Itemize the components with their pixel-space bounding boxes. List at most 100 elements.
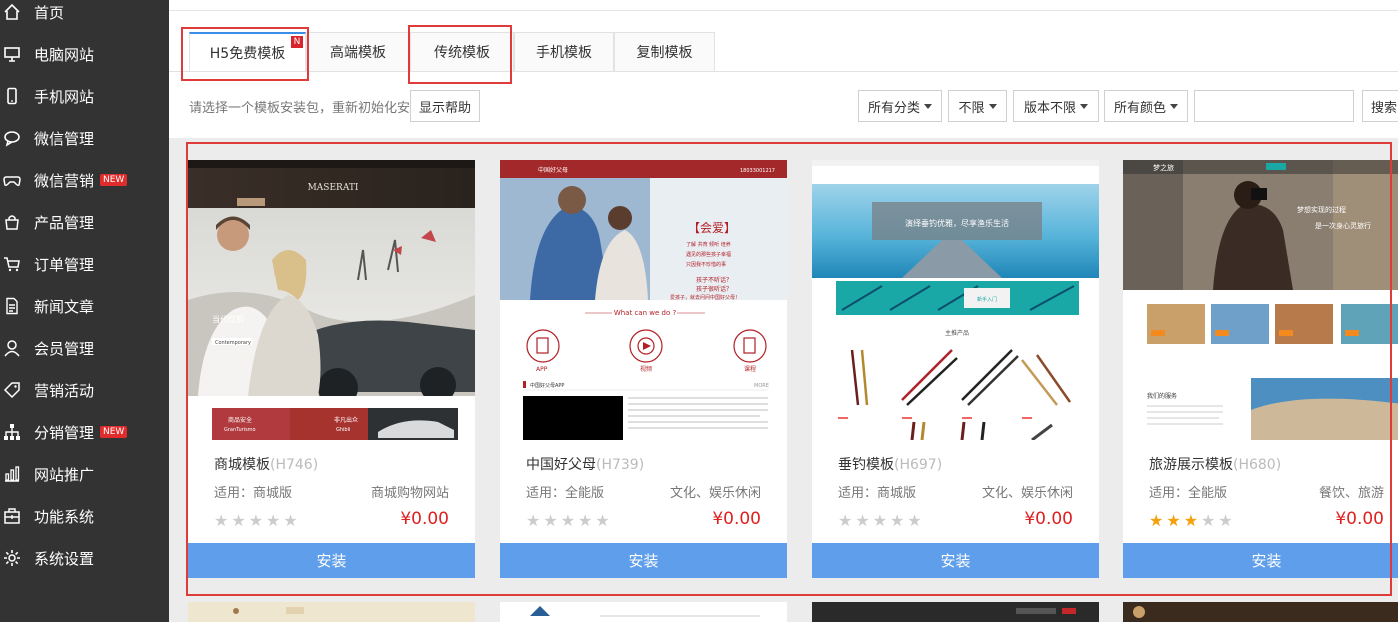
- thumb-brand: 梦之旅: [1153, 163, 1174, 172]
- template-thumbnail[interactable]: 中国好父母 18033001217 【会爱】 了解 共育 倾听 培养 遇见的那些…: [500, 160, 787, 440]
- template-card-preview[interactable]: [1123, 602, 1398, 622]
- name-text: 商城模板: [214, 457, 270, 473]
- install-hint: 请选择一个模板安装包，重新初始化安装: [189, 97, 423, 116]
- rating-stars: ★★★★★: [838, 513, 922, 529]
- install-button[interactable]: 安装: [1123, 543, 1398, 578]
- tab-label: 高端模板: [330, 42, 386, 62]
- sidebar: 首页 电脑网站 手机网站 微信管理 微信营销 NEW 产品管理 订单管理 新闻文…: [0, 0, 169, 622]
- template-edition: 适用：全能版: [1149, 482, 1227, 501]
- rating-stars: ★★★★★: [526, 513, 610, 529]
- tab-label: 复制模板: [637, 42, 693, 62]
- version-select[interactable]: 版本不限: [1013, 90, 1099, 122]
- sidebar-item-news[interactable]: 新闻文章: [0, 285, 169, 327]
- gamepad-icon: [0, 171, 24, 189]
- name-text: 中国好父母: [526, 457, 596, 473]
- sidebar-item-functions[interactable]: 功能系统: [0, 495, 169, 537]
- template-card-preview[interactable]: [188, 602, 475, 622]
- star-icon: ★: [578, 513, 592, 529]
- sidebar-item-products[interactable]: 产品管理: [0, 201, 169, 243]
- sidebar-item-label: 微信营销: [34, 170, 94, 191]
- thumb-app-bar: 中国好父母APP: [530, 382, 564, 389]
- template-price: ¥0.00: [400, 509, 449, 529]
- star-icon: ★: [561, 513, 575, 529]
- button-label: 安装: [940, 550, 970, 571]
- template-price: ¥0.00: [1024, 509, 1073, 529]
- search-button[interactable]: 搜索: [1362, 90, 1398, 122]
- tab-premium[interactable]: 高端模板: [306, 32, 410, 72]
- tab-label: 传统模板: [434, 42, 490, 62]
- star-icon: ★: [526, 513, 540, 529]
- sidebar-item-label: 功能系统: [34, 506, 94, 527]
- sidebar-item-pc-site[interactable]: 电脑网站: [0, 33, 169, 75]
- sidebar-item-members[interactable]: 会员管理: [0, 327, 169, 369]
- install-button[interactable]: 安装: [812, 543, 1099, 578]
- button-label: 显示帮助: [419, 97, 471, 116]
- sidebar-item-settings[interactable]: 系统设置: [0, 537, 169, 579]
- template-thumbnail[interactable]: 梦之旅 梦想实现的过程 是一次身心灵旅行 我们的服务: [1123, 160, 1398, 440]
- search-input[interactable]: [1194, 90, 1354, 122]
- sidebar-item-label: 分销管理: [34, 422, 94, 443]
- button-label: 搜索: [1371, 97, 1397, 116]
- tab-traditional[interactable]: 传统模板: [410, 32, 514, 72]
- sidebar-item-wechat[interactable]: 微信管理: [0, 117, 169, 159]
- sidebar-item-mobile-site[interactable]: 手机网站: [0, 75, 169, 117]
- sidebar-item-label: 网站推广: [34, 464, 94, 485]
- sidebar-item-site-promotion[interactable]: 网站推广: [0, 453, 169, 495]
- thumb-slogan: 是一次身心灵旅行: [1315, 221, 1371, 230]
- tab-mobile[interactable]: 手机模板: [514, 32, 614, 72]
- thumb-brand: MASERATI: [308, 183, 359, 193]
- sidebar-item-label: 微信管理: [34, 128, 94, 149]
- thumb-line: 了解 共育 倾听 培养: [686, 241, 731, 248]
- template-card-preview[interactable]: [812, 602, 1099, 622]
- template-name: 中国好父母(H739): [526, 454, 644, 474]
- sidebar-item-label: 首页: [34, 2, 64, 23]
- sidebar-item-orders[interactable]: 订单管理: [0, 243, 169, 285]
- button-label: 安装: [1251, 550, 1281, 571]
- star-icon: ★: [838, 513, 852, 529]
- template-thumbnail[interactable]: MASERATI 当代红韵 Contemporary 商品安全 GranTuri…: [188, 160, 475, 440]
- template-category: 商城购物网站: [371, 482, 449, 501]
- sidebar-item-home[interactable]: 首页: [0, 0, 169, 33]
- monitor-icon: [0, 45, 24, 63]
- install-button[interactable]: 安装: [188, 543, 475, 578]
- tab-h5-free[interactable]: H5免费模板 N: [189, 32, 306, 72]
- home-icon: [0, 3, 24, 21]
- limit-select[interactable]: 不限: [948, 90, 1007, 122]
- sidebar-item-label: 营销活动: [34, 380, 94, 401]
- star-icon: ★: [283, 513, 297, 529]
- sidebar-item-promotions[interactable]: 营销活动: [0, 369, 169, 411]
- star-icon: ★: [1218, 513, 1232, 529]
- thumb-tile: 新手入门: [977, 296, 997, 303]
- install-button[interactable]: 安装: [500, 543, 787, 578]
- star-icon: ★: [873, 513, 887, 529]
- star-icon: ★: [890, 513, 904, 529]
- thumb-promo: 商品安全: [228, 416, 252, 424]
- thumb-promo: Ghibli: [336, 427, 350, 433]
- thumb-question: 爱孩子，就去问问中国好父母！: [670, 294, 740, 301]
- color-select[interactable]: 所有颜色: [1104, 90, 1188, 122]
- template-thumbnail[interactable]: 演绎垂钓优雅，尽享渔乐生活 新手入门 主推产品: [812, 160, 1099, 440]
- sidebar-item-wechat-marketing[interactable]: 微信营销 NEW: [0, 159, 169, 201]
- star-icon: ★: [855, 513, 869, 529]
- template-edition: 适用：全能版: [526, 482, 604, 501]
- template-card-preview[interactable]: [500, 602, 787, 622]
- star-icon: ★: [543, 513, 557, 529]
- sidebar-item-distribution[interactable]: 分销管理 NEW: [0, 411, 169, 453]
- template-name: 垂钓模板(H697): [838, 454, 942, 474]
- category-select[interactable]: 所有分类: [858, 90, 942, 122]
- sidebar-item-label: 会员管理: [34, 338, 94, 359]
- user-icon: [0, 339, 24, 357]
- template-price: ¥0.00: [1335, 509, 1384, 529]
- template-edition: 适用：商城版: [838, 482, 916, 501]
- tab-copy[interactable]: 复制模板: [614, 32, 715, 72]
- sidebar-item-label: 系统设置: [34, 548, 94, 569]
- select-value: 版本不限: [1024, 97, 1076, 116]
- divider: [169, 10, 1398, 11]
- tab-bar-border: [169, 71, 1398, 72]
- show-help-button[interactable]: 显示帮助: [410, 90, 480, 122]
- template-code: (H680): [1233, 457, 1281, 473]
- star-icon: ★: [1201, 513, 1215, 529]
- template-code: (H746): [270, 457, 318, 473]
- tab-label: 手机模板: [536, 42, 592, 62]
- thumb-slogan: 梦想实现的过程: [1297, 205, 1346, 214]
